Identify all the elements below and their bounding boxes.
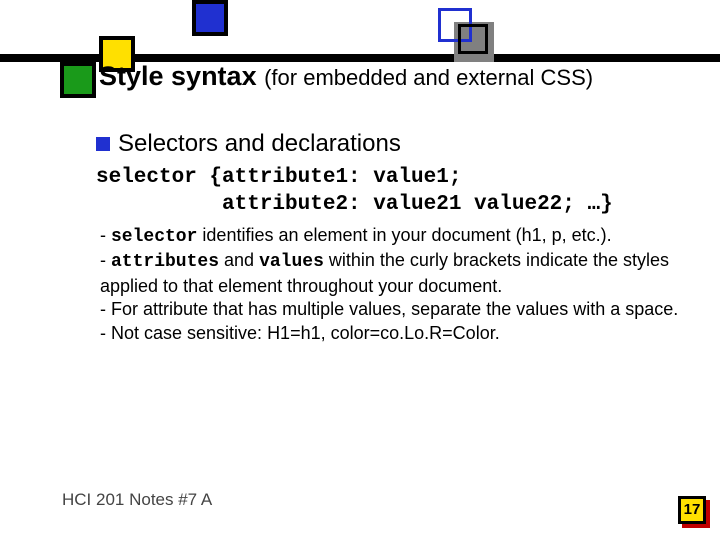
code-line-2: attribute2: value21 value22; …} (96, 193, 613, 216)
title-paren: (for embedded and external CSS) (264, 65, 593, 90)
bullet-icon (96, 137, 110, 151)
note-text: - Not case sensitive: H1=h1, color=co.Lo… (100, 323, 500, 343)
page-number-badge: 17 (678, 496, 706, 524)
note-text: identifies an element in your document (… (197, 225, 611, 245)
subheading-text: Selectors and declarations (118, 130, 401, 158)
code-example: selector {attribute1: value1; attribute2… (96, 164, 613, 219)
code-line-1: selector {attribute1: value1; (96, 166, 461, 189)
notes-block: - selector identifies an element in your… (100, 224, 684, 345)
decoration-square-green (60, 62, 96, 98)
note-text: - For attribute that has multiple values… (100, 299, 678, 319)
note-code: attributes (111, 252, 219, 272)
decoration-square-blue (192, 0, 228, 36)
subheading-row: Selectors and declarations (96, 130, 401, 158)
note-text: - (100, 250, 111, 270)
slide-title: Style syntax (for embedded and external … (99, 62, 699, 92)
note-code: values (259, 252, 324, 272)
note-text: and (219, 250, 259, 270)
page-number: 17 (678, 496, 706, 524)
note-text: - (100, 225, 111, 245)
footer-text: HCI 201 Notes #7 A (62, 490, 212, 510)
title-main: Style syntax (99, 61, 257, 91)
decoration-square-outline-black (458, 24, 488, 54)
note-code: selector (111, 227, 197, 247)
